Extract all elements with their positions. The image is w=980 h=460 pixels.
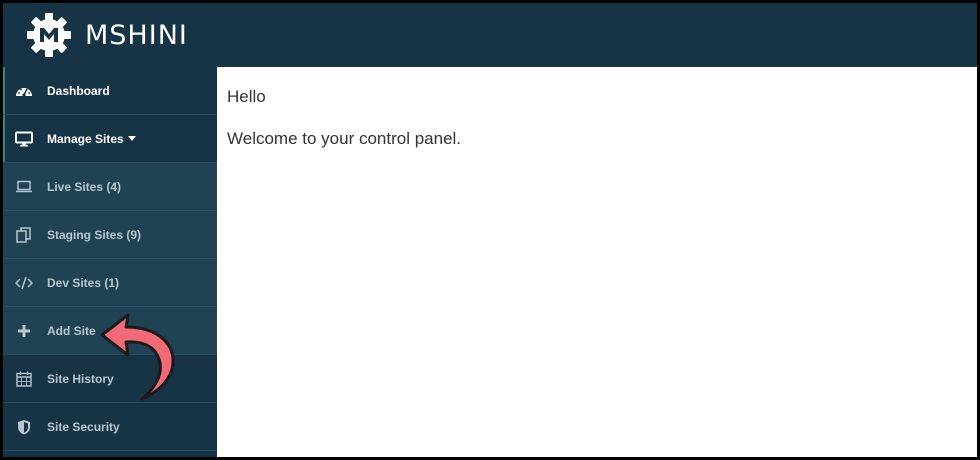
sidebar-item-dev-sites[interactable]: Dev Sites (1) xyxy=(3,259,217,307)
app-window: MSHINI Dashboard Manage Sites Live Sites… xyxy=(0,0,980,460)
welcome-text: Welcome to your control panel. xyxy=(227,129,462,148)
brand-name[interactable]: MSHINI xyxy=(85,20,188,51)
sidebar-item-label: Staging Sites (9) xyxy=(47,227,142,242)
sidebar-item-label: Live Sites (4) xyxy=(47,179,122,194)
calendar-icon xyxy=(15,370,33,388)
active-accent-bar xyxy=(3,67,5,114)
sidebar-item-label: Manage Sites xyxy=(47,131,124,146)
active-accent-bar xyxy=(3,115,5,162)
main-content: Hello Welcome to your control panel. xyxy=(217,67,977,457)
monitor-icon xyxy=(15,130,33,148)
chevron-down-icon xyxy=(127,136,136,141)
plus-icon xyxy=(15,322,33,340)
sidebar-item-label: Dev Sites (1) xyxy=(47,275,120,290)
sidebar-item-label: Site Security xyxy=(47,419,120,434)
greeting-text: Hello xyxy=(227,87,266,106)
sidebar-item-label: Add Site xyxy=(47,323,96,338)
sidebar-item-dashboard[interactable]: Dashboard xyxy=(3,67,217,115)
sidebar-item-site-security[interactable]: Site Security xyxy=(3,403,217,451)
shield-icon xyxy=(15,418,33,436)
sidebar-item-label: Dashboard xyxy=(47,83,110,98)
sidebar-item-live-sites[interactable]: Live Sites (4) xyxy=(3,163,217,211)
code-icon xyxy=(15,274,33,292)
annotation-arrow-icon xyxy=(100,313,175,401)
sidebar-item-staging-sites[interactable]: Staging Sites (9) xyxy=(3,211,217,259)
laptop-icon xyxy=(15,178,33,196)
top-navbar: MSHINI xyxy=(3,3,977,67)
copy-files-icon xyxy=(15,226,33,244)
sidebar-item-manage-sites[interactable]: Manage Sites xyxy=(3,115,217,163)
gear-logo-icon[interactable] xyxy=(25,11,73,59)
dashboard-gauge-icon xyxy=(15,82,33,100)
